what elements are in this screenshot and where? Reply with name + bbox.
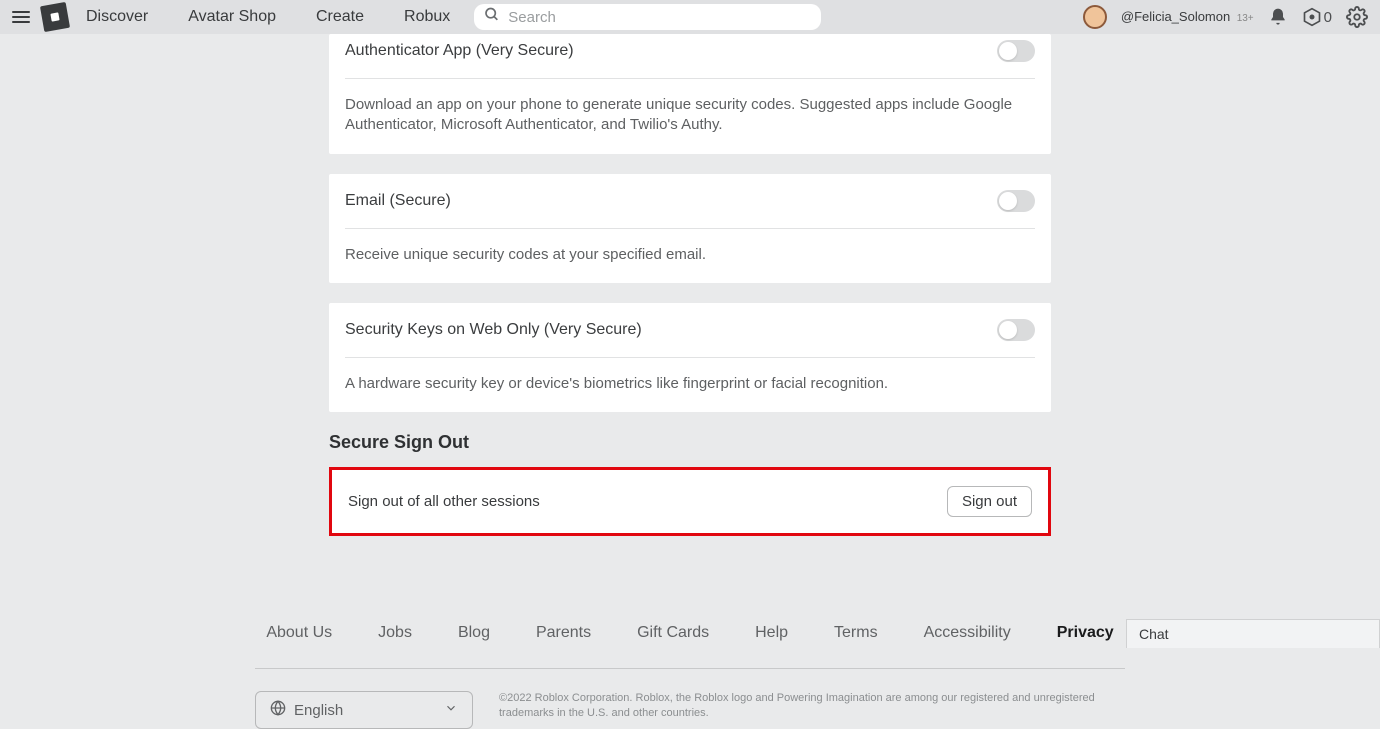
menu-icon[interactable]	[12, 8, 30, 26]
footer-jobs[interactable]: Jobs	[378, 624, 412, 642]
footer: About Us Jobs Blog Parents Gift Cards He…	[255, 624, 1125, 729]
footer-parents[interactable]: Parents	[536, 624, 591, 642]
footer-gift-cards[interactable]: Gift Cards	[637, 624, 709, 642]
roblox-logo[interactable]	[40, 2, 70, 32]
username-wrap[interactable]: @Felicia_Solomon 13+	[1121, 8, 1254, 26]
signout-label: Sign out of all other sessions	[348, 493, 540, 510]
keys-title: Security Keys on Web Only (Very Secure)	[345, 321, 642, 339]
legal-text: ©2022 Roblox Corporation. Roblox, the Ro…	[499, 691, 1099, 721]
footer-about[interactable]: About Us	[266, 624, 332, 642]
search-wrap	[474, 4, 821, 30]
keys-toggle[interactable]	[997, 319, 1035, 341]
keys-card: Security Keys on Web Only (Very Secure) …	[329, 303, 1051, 412]
email-card: Email (Secure) Receive unique security c…	[329, 174, 1051, 283]
header-right: @Felicia_Solomon 13+ 0	[1083, 5, 1368, 29]
nav-robux[interactable]: Robux	[404, 8, 450, 26]
auth-app-desc: Download an app on your phone to generat…	[345, 79, 1035, 154]
footer-blog[interactable]: Blog	[458, 624, 490, 642]
robux-balance[interactable]: 0	[1302, 7, 1332, 27]
nav-create[interactable]: Create	[316, 8, 364, 26]
email-desc: Receive unique security codes at your sp…	[345, 229, 1035, 283]
nav-discover[interactable]: Discover	[86, 8, 148, 26]
footer-accessibility[interactable]: Accessibility	[924, 624, 1011, 642]
email-title: Email (Secure)	[345, 192, 451, 210]
search-input[interactable]	[474, 4, 821, 30]
footer-divider	[255, 668, 1125, 669]
footer-bottom: English ©2022 Roblox Corporation. Roblox…	[255, 691, 1125, 729]
settings-icon[interactable]	[1346, 6, 1368, 28]
settings-content: Authenticator App (Very Secure) Download…	[329, 34, 1051, 536]
footer-privacy[interactable]: Privacy	[1057, 624, 1114, 642]
language-label: English	[294, 702, 343, 719]
secure-signout-heading: Secure Sign Out	[329, 432, 1051, 453]
top-nav: Discover Avatar Shop Create Robux @Felic…	[0, 0, 1380, 34]
email-toggle[interactable]	[997, 190, 1035, 212]
age-badge: 13+	[1237, 13, 1254, 24]
chevron-down-icon	[444, 701, 458, 719]
notifications-icon[interactable]	[1268, 7, 1288, 27]
language-select[interactable]: English	[255, 691, 473, 729]
robux-count: 0	[1324, 9, 1332, 26]
auth-app-card: Authenticator App (Very Secure) Download…	[329, 34, 1051, 154]
nav-avatar-shop[interactable]: Avatar Shop	[188, 8, 276, 26]
signout-button[interactable]: Sign out	[947, 486, 1032, 517]
globe-icon	[270, 700, 286, 720]
footer-links: About Us Jobs Blog Parents Gift Cards He…	[255, 624, 1125, 642]
avatar[interactable]	[1083, 5, 1107, 29]
footer-terms[interactable]: Terms	[834, 624, 878, 642]
footer-help[interactable]: Help	[755, 624, 788, 642]
auth-app-toggle[interactable]	[997, 40, 1035, 62]
username: @Felicia_Solomon	[1121, 9, 1230, 24]
search-icon	[484, 7, 500, 28]
keys-desc: A hardware security key or device's biom…	[345, 358, 1035, 412]
signout-card: Sign out of all other sessions Sign out	[329, 467, 1051, 536]
chat-bar[interactable]: Chat	[1126, 619, 1380, 648]
primary-nav: Discover Avatar Shop Create Robux	[86, 8, 450, 26]
auth-app-title: Authenticator App (Very Secure)	[345, 42, 574, 60]
